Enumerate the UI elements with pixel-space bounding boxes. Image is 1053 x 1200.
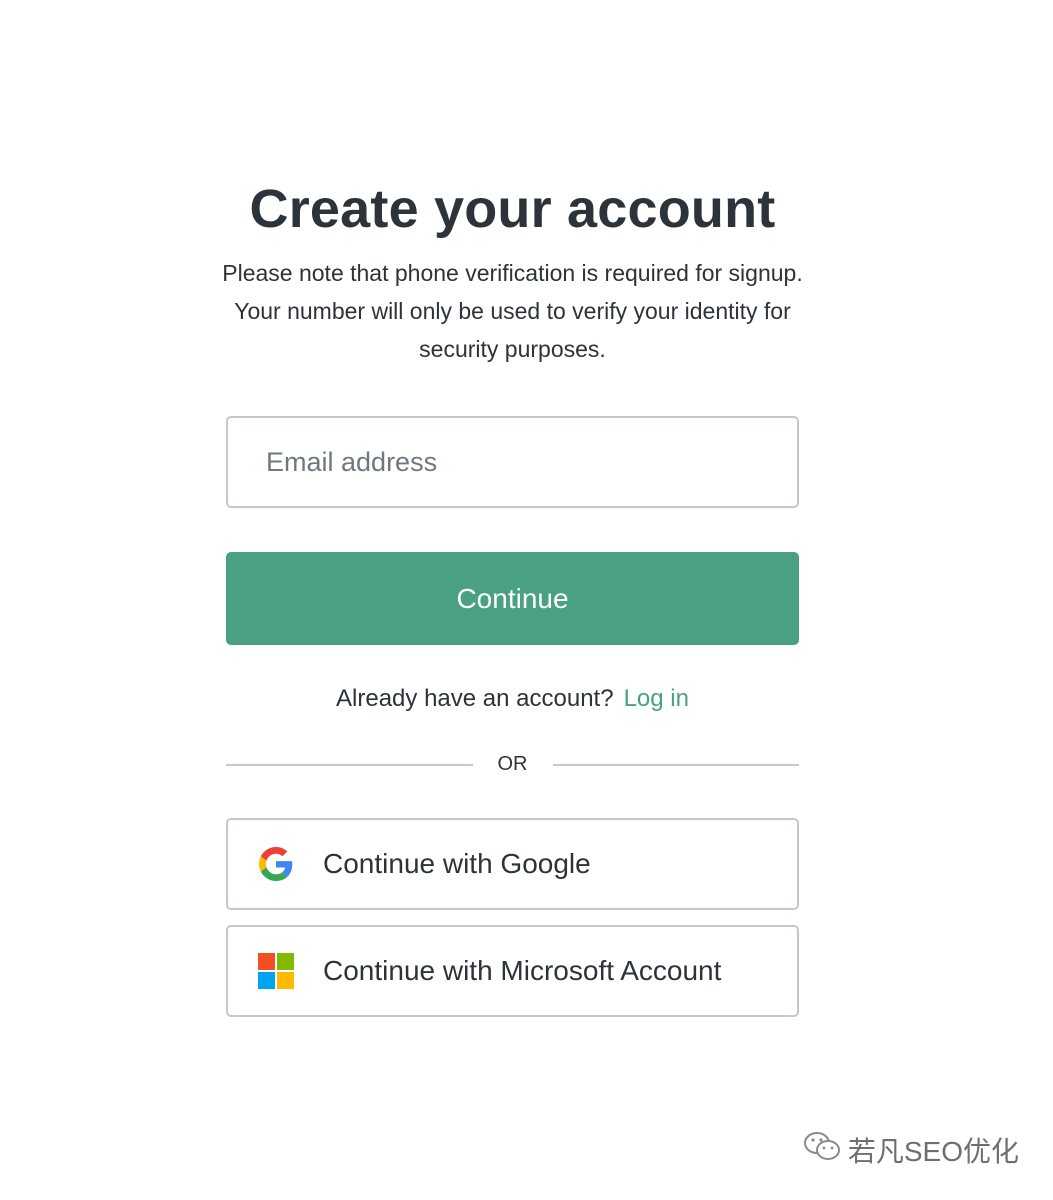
google-icon (258, 846, 294, 882)
or-divider: OR (226, 753, 799, 776)
signup-page: Create your account Please note that pho… (0, 0, 1053, 1200)
microsoft-icon (258, 953, 294, 989)
divider-line-right (552, 763, 799, 766)
microsoft-button-label: Continue with Microsoft Account (323, 955, 722, 986)
continue-button[interactable]: Continue (226, 552, 799, 645)
ms-blue-square (258, 972, 275, 989)
ms-red-square (258, 953, 275, 970)
page-subtitle: Please note that phone verification is r… (222, 260, 803, 362)
divider-label: OR (497, 753, 528, 775)
email-field[interactable] (226, 416, 799, 508)
watermark-text: 若凡SEO优化 (847, 1135, 1019, 1167)
login-prompt-row: Already have an account? Log in (226, 681, 799, 717)
divider-line-left (226, 763, 473, 766)
watermark: 若凡SEO优化 (802, 1129, 1019, 1170)
wechat-icon (802, 1129, 842, 1170)
ms-yellow-square (277, 972, 294, 989)
login-prompt: Already have an account? (336, 685, 614, 712)
page-title: Create your account (249, 179, 776, 239)
google-button-label: Continue with Google (323, 848, 591, 879)
continue-with-microsoft-button[interactable]: Continue with Microsoft Account (226, 925, 799, 1017)
continue-with-google-button[interactable]: Continue with Google (226, 818, 799, 910)
login-link[interactable]: Log in (624, 685, 689, 712)
ms-green-square (277, 953, 294, 970)
signup-card: Create your account Please note that pho… (222, 170, 803, 1017)
